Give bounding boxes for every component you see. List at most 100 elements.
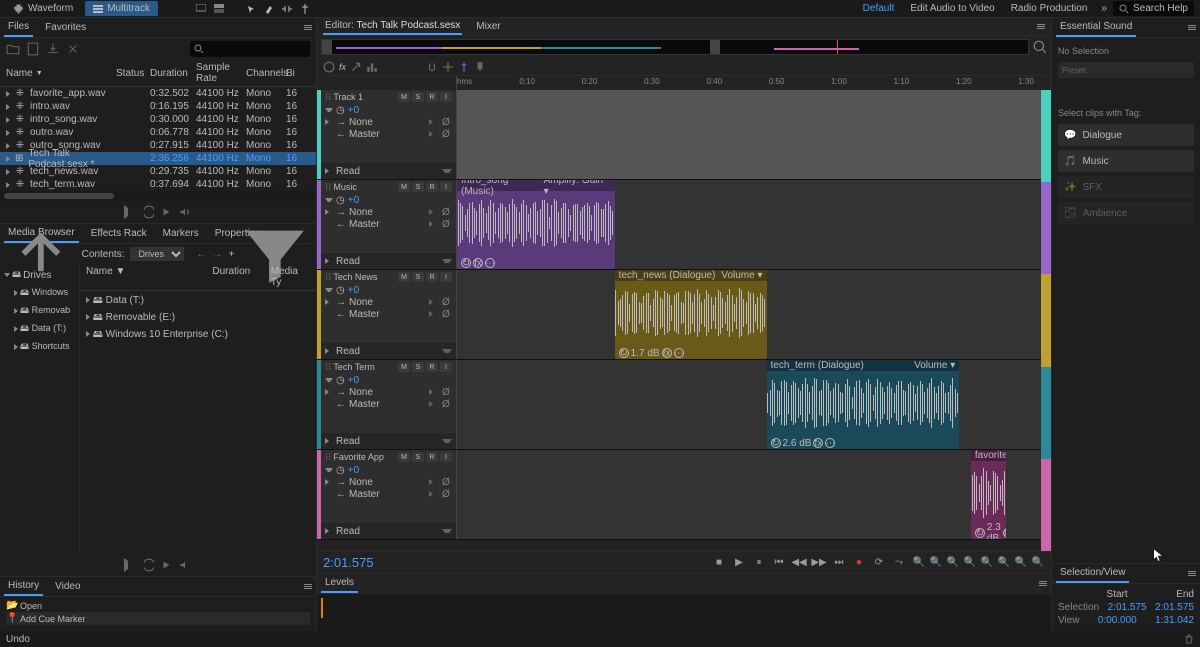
file-row[interactable]: ⁜favorite_app.wav0:32.50244100 HzMono16 <box>0 87 316 100</box>
drive-item[interactable]: 🖴 Data (T:) <box>12 320 77 338</box>
track-name[interactable]: Tech News <box>333 272 396 282</box>
autoplay-icon[interactable] <box>160 558 174 572</box>
volume-knob-icon[interactable]: ◷ <box>336 465 345 476</box>
phase-icon[interactable]: Ø <box>442 129 452 140</box>
hud-icon[interactable] <box>196 4 206 14</box>
tag-button-ambience[interactable]: 🌫Ambience <box>1058 202 1194 224</box>
tab-video[interactable]: Video <box>51 578 84 595</box>
phase-icon[interactable]: Ø <box>442 207 452 218</box>
expand-icon[interactable] <box>325 288 333 292</box>
track-lane[interactable] <box>457 90 1041 179</box>
tag-button-sfx[interactable]: ✨SFX <box>1058 176 1194 198</box>
phase-icon[interactable]: Ø <box>442 387 452 398</box>
track-lane[interactable]: Intro_song (Music)Amplify: Gain ▾ ↻fx⋯ <box>457 180 1041 269</box>
col-media-type[interactable]: Media Ty <box>271 266 310 288</box>
track-lane[interactable]: favorite_app ↻2.3 dBfx⋯ <box>457 450 1041 539</box>
history-item[interactable]: 📂 Open <box>6 599 310 612</box>
tab-mixer[interactable]: Mixer <box>474 19 502 34</box>
clip-fx-icon[interactable]: ↻ <box>771 438 781 448</box>
view-start[interactable]: 0:00.000 <box>1098 615 1137 626</box>
tag-button-dialogue[interactable]: 💬Dialogue <box>1058 124 1194 146</box>
mute-button[interactable]: M <box>398 272 410 282</box>
add-shortcut-icon[interactable]: + <box>228 249 234 260</box>
play-button[interactable]: ▶ <box>732 556 746 570</box>
view-end[interactable]: 1:31.042 <box>1155 615 1194 626</box>
tab-favorites[interactable]: Favorites <box>41 19 90 36</box>
overview-scrollbar[interactable] <box>321 39 1029 55</box>
drive-item[interactable]: 🖴 Windows <box>12 284 77 302</box>
expand-icon[interactable] <box>325 438 333 444</box>
expand-icon[interactable] <box>325 299 333 305</box>
send-icon[interactable] <box>350 61 362 73</box>
clip-fx-icon[interactable]: fx <box>473 258 483 268</box>
playhead-icon[interactable] <box>458 61 470 73</box>
toggle-global-icon[interactable] <box>323 61 335 73</box>
workspace-default[interactable]: Default <box>855 1 903 16</box>
mute-button[interactable]: M <box>398 182 410 192</box>
audio-clip[interactable]: tech_term (Dialogue)Volume ▾ ↻2.6 dBfx⋯ <box>767 360 960 449</box>
trash-icon[interactable] <box>1184 634 1194 644</box>
arm-button[interactable]: R <box>426 182 438 192</box>
track-vscroll[interactable] <box>1041 90 1051 551</box>
mute-button[interactable]: M <box>398 362 410 372</box>
expand-icon[interactable] <box>325 389 333 395</box>
tab-levels[interactable]: Levels <box>321 574 358 593</box>
phase-icon[interactable]: Ø <box>442 477 452 488</box>
multitrack-mode-button[interactable]: Multitrack <box>85 1 158 16</box>
col-duration[interactable]: Duration <box>150 62 196 84</box>
snap-icon[interactable] <box>426 61 438 73</box>
zoom-full-icon[interactable]: 🔍 <box>980 556 994 570</box>
col-name[interactable]: Name ▼ <box>86 266 212 288</box>
loop-icon[interactable] <box>142 558 156 572</box>
sel-end[interactable]: 2:01.575 <box>1155 602 1194 613</box>
col-sample-rate[interactable]: Sample Rate <box>196 62 246 84</box>
panel-menu-icon[interactable] <box>1188 571 1196 576</box>
arm-button[interactable]: R <box>426 92 438 102</box>
volume-icon[interactable] <box>178 558 192 572</box>
zoom-in-amp-icon[interactable]: 🔍 <box>946 556 960 570</box>
audio-clip[interactable]: Intro_song (Music)Amplify: Gain ▾ ↻fx⋯ <box>457 180 615 269</box>
record-button[interactable]: ● <box>852 556 866 570</box>
clip-fx-icon[interactable]: ⋯ <box>674 348 684 358</box>
file-row[interactable]: ⁜outro.wav0:06.77844100 HzMono16 <box>0 126 316 139</box>
history-item[interactable]: 📍 Add Cue Marker <box>6 612 310 625</box>
nav-back-icon[interactable]: ← <box>196 249 206 260</box>
contents-dropdown[interactable]: Drives <box>130 247 184 261</box>
preset-dropdown[interactable]: Preset: <box>1058 62 1194 78</box>
panel-menu-icon[interactable] <box>304 584 312 589</box>
file-row[interactable]: ⁜tech_news.wav0:29.73544100 HzMono16 <box>0 165 316 178</box>
close-icon[interactable] <box>66 42 80 56</box>
pause-button[interactable]: ⏸ <box>752 556 766 570</box>
track-lane[interactable]: tech_news (Dialogue)Volume ▾ ↻1.7 dBfx⋯ <box>457 270 1041 359</box>
zoom-sel-icon[interactable]: 🔍 <box>997 556 1011 570</box>
track-name[interactable]: Favorite App <box>333 452 396 462</box>
workspace-radio[interactable]: Radio Production <box>1003 1 1096 16</box>
solo-button[interactable]: S <box>412 272 424 282</box>
search-help-field[interactable]: Search Help <box>1113 1 1194 16</box>
track-grip-icon[interactable]: ⁝⁝ <box>325 272 331 283</box>
arm-button[interactable]: R <box>426 362 438 372</box>
file-row[interactable]: ⁜intro.wav0:16.19544100 HzMono16 <box>0 100 316 113</box>
expand-icon[interactable] <box>325 258 333 264</box>
stop-button[interactable]: ■ <box>712 556 726 570</box>
expand-icon[interactable] <box>325 168 333 174</box>
loop-icon[interactable] <box>142 205 156 219</box>
col-duration[interactable]: Duration <box>212 266 270 288</box>
expand-icon[interactable] <box>325 479 333 485</box>
track-grip-icon[interactable]: ⁝⁝ <box>325 182 331 193</box>
track-lane[interactable]: tech_term (Dialogue)Volume ▾ ↻2.6 dBfx⋯ <box>457 360 1041 449</box>
track-grip-icon[interactable]: ⁝⁝ <box>325 362 331 373</box>
time-tool-icon[interactable] <box>300 4 310 14</box>
zoom-out-icon[interactable]: 🔍 <box>1031 556 1045 570</box>
current-time[interactable]: 2:01.575 <box>323 555 706 570</box>
rewind-button[interactable]: ◀◀ <box>792 556 806 570</box>
tab-essential-sound[interactable]: Essential Sound <box>1056 18 1136 37</box>
clip-fx-icon[interactable]: ↻ <box>461 258 471 268</box>
file-row[interactable]: ⊞Tech Talk Podcast.sesx *2:36.25644100 H… <box>0 152 316 165</box>
clip-fx-icon[interactable]: ⋯ <box>485 258 495 268</box>
tab-history[interactable]: History <box>4 577 43 596</box>
zoom-out-amp-icon[interactable]: 🔍 <box>963 556 977 570</box>
clip-fx-icon[interactable]: fx <box>662 348 672 358</box>
panel-menu-icon[interactable] <box>1037 24 1045 29</box>
open-file-icon[interactable] <box>6 42 20 56</box>
